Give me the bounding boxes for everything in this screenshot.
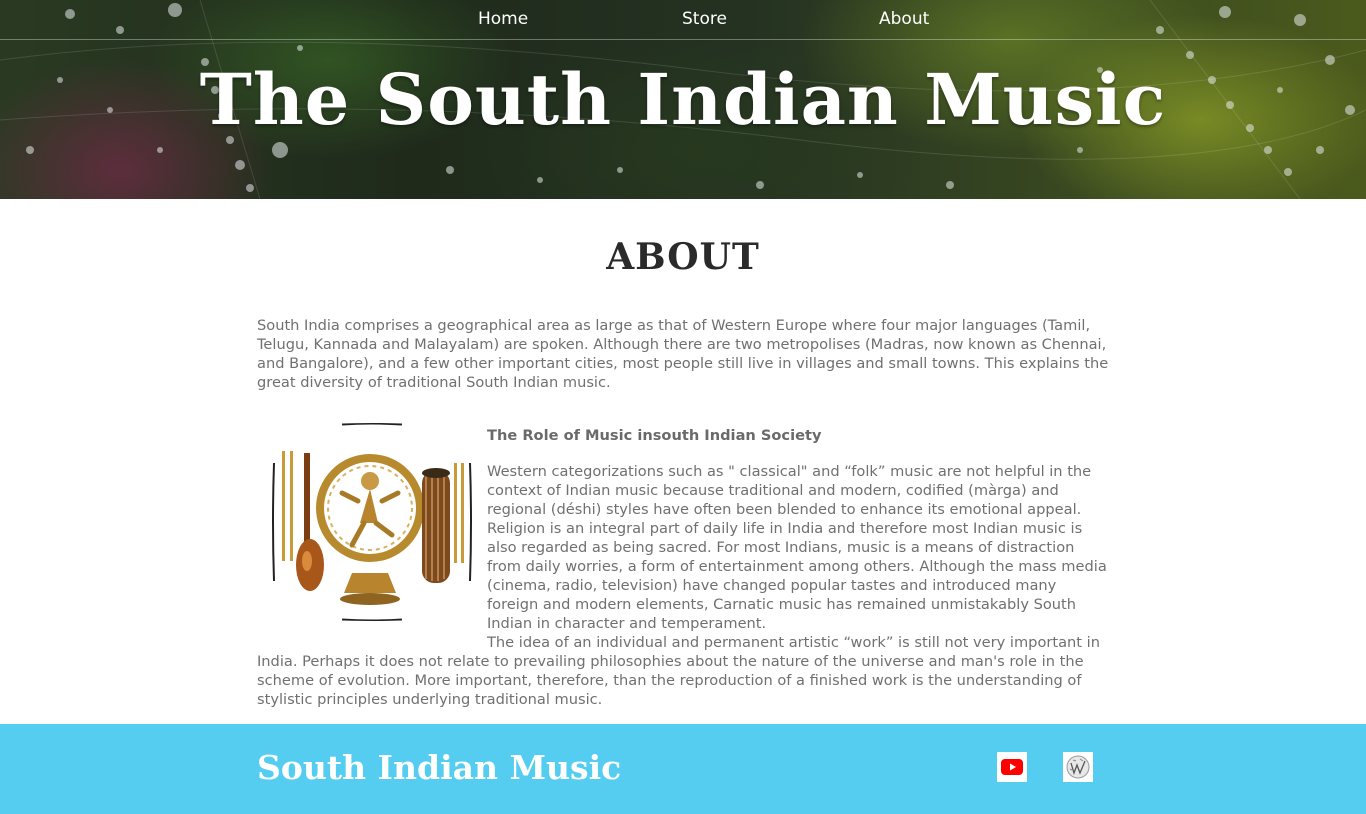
top-navigation: Home Store About — [0, 0, 1366, 40]
youtube-link[interactable] — [997, 752, 1027, 782]
wikipedia-icon — [1066, 755, 1090, 779]
hero-banner: Home Store About The South Indian Music — [0, 0, 1366, 199]
nav-link-home[interactable]: Home — [478, 9, 528, 29]
site-title: The South Indian Music — [199, 58, 1167, 141]
nav-link-store[interactable]: Store — [682, 9, 727, 29]
youtube-icon — [1001, 759, 1023, 775]
image-spacer — [257, 462, 487, 641]
about-heading: ABOUT — [606, 236, 760, 278]
body-text: Western categorizations such as " classi… — [257, 462, 1112, 709]
footer-title: South Indian Music — [257, 748, 622, 787]
intro-paragraph: South India comprises a geographical are… — [257, 317, 1109, 391]
section-title: The Role of Music insouth Indian Society — [487, 427, 822, 444]
body-paragraph-2: The idea of an individual and permanent … — [257, 634, 1100, 708]
nav-link-about[interactable]: About — [879, 9, 929, 29]
footer: South Indian Music — [0, 724, 1366, 814]
wikipedia-link[interactable] — [1063, 752, 1093, 782]
